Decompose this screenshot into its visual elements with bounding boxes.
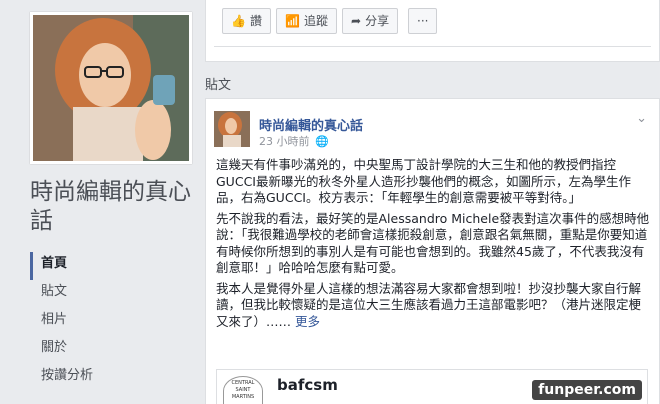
post-author-avatar[interactable]	[214, 111, 250, 147]
follow-button[interactable]: 📶 追蹤	[276, 8, 337, 34]
follow-label: 追蹤	[303, 14, 328, 28]
shared-page-name[interactable]: bafcsm	[277, 376, 338, 394]
share-arrow-icon: ➦	[351, 14, 362, 28]
page-actions-card: 👍 讚 📶 追蹤 ➦ 分享 ···	[205, 0, 660, 62]
post-paragraph: 這幾天有件事吵滿兇的，中央聖馬丁設計學院的大三生和他的教授們指控GUCCI最新曝…	[216, 157, 631, 205]
profile-picture[interactable]	[30, 12, 192, 164]
post-paragraph-text: 我本人是覺得外星人這樣的想法滿容易大家都會想到啦！抄沒抄襲大家自行解讀，但我比較…	[216, 280, 642, 329]
avatar-image	[214, 111, 250, 147]
post-paragraph: 先不說我的看法，最好笑的是Alessandro Michele發表對這次事件的感…	[216, 210, 650, 276]
share-label: 分享	[365, 14, 390, 28]
page-sidebar: 時尚編輯的真心話 首頁 貼文 相片 關於 按讚分析	[0, 0, 200, 404]
post-options-chevron-icon[interactable]: ⌄	[636, 111, 647, 126]
posts-section-heading: 貼文	[205, 78, 232, 93]
sidebar-item-likes-insights[interactable]: 按讚分析	[30, 364, 190, 392]
sidebar-item-about[interactable]: 關於	[30, 336, 190, 364]
thumbs-up-icon: 👍	[231, 14, 246, 28]
more-dots-icon: ···	[417, 14, 429, 28]
divider	[214, 46, 651, 47]
share-button[interactable]: ➦ 分享	[342, 8, 399, 34]
post-time-text: 23 小時前	[259, 135, 310, 148]
post-text: 這幾天有件事吵滿兇的，中央聖馬丁設計學院的大三生和他的教授們指控GUCCI最新曝…	[216, 157, 652, 334]
like-label: 讚	[249, 14, 262, 28]
like-button[interactable]: 👍 讚	[222, 8, 271, 34]
sidebar-item-home[interactable]: 首頁	[30, 252, 190, 280]
see-more-link[interactable]: 更多	[295, 314, 320, 329]
sidebar-nav: 首頁 貼文 相片 關於 按讚分析	[30, 252, 190, 392]
sidebar-item-posts[interactable]: 貼文	[30, 280, 190, 308]
rss-icon: 📶	[285, 14, 300, 28]
profile-photo-image	[33, 15, 189, 161]
page-title: 時尚編輯的真心話	[30, 179, 191, 234]
globe-icon: 🌐	[315, 135, 329, 148]
sidebar-item-photos[interactable]: 相片	[30, 308, 190, 336]
more-options-button[interactable]: ···	[408, 8, 438, 34]
watermark: funpeer.com	[532, 380, 642, 400]
post-card: 時尚編輯的真心話 23 小時前 🌐 ⌄ 這幾天有件事吵滿兇的，中央聖馬丁設計學院…	[205, 98, 660, 404]
post-author-name[interactable]: 時尚編輯的真心話	[259, 115, 363, 134]
post-timestamp[interactable]: 23 小時前 🌐	[259, 133, 329, 149]
post-paragraph: 我本人是覺得外星人這樣的想法滿容易大家都會想到啦！抄沒抄襲大家自行解讀，但我比較…	[216, 281, 652, 331]
shared-page-logo: CENTRAL SAINT MARTINS	[223, 376, 263, 404]
